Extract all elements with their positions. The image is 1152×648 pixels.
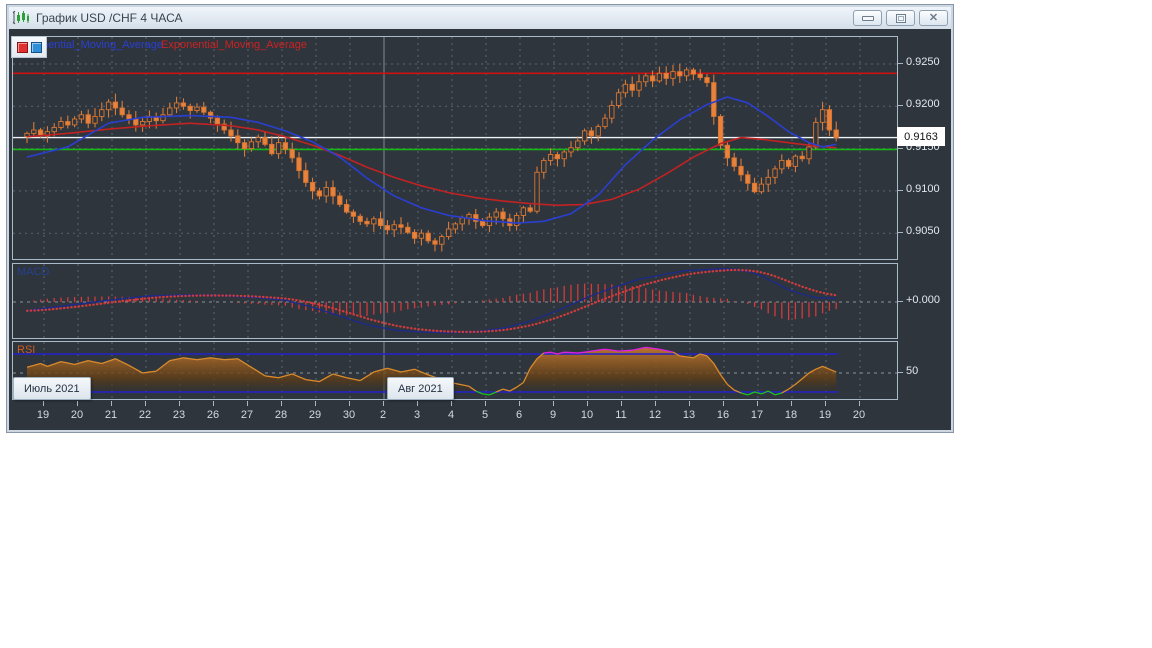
time-tick-label: 13 <box>682 409 696 421</box>
axis-tick <box>897 232 903 233</box>
macd-panel[interactable] <box>12 263 898 339</box>
restore-button[interactable] <box>886 10 915 26</box>
time-tick <box>43 401 44 406</box>
time-tick-label: 22 <box>138 409 152 421</box>
time-tick <box>349 401 350 406</box>
price-tick-label: 0.9050 <box>906 225 940 237</box>
price-tick-label: 0.9100 <box>906 183 940 195</box>
time-tick-label: 19 <box>36 409 50 421</box>
time-tick-label: 20 <box>70 409 84 421</box>
axis-tick <box>897 148 903 149</box>
time-tick-label: 28 <box>274 409 288 421</box>
price-tick-label: 0.9200 <box>906 98 940 110</box>
time-tick <box>519 401 520 406</box>
rsi-mid-label: 50 <box>906 365 919 377</box>
time-tick-label: 26 <box>206 409 220 421</box>
axis-tick <box>897 301 903 302</box>
time-tick <box>621 401 622 406</box>
time-tick-label: 20 <box>852 409 866 421</box>
time-tick-label: 10 <box>580 409 594 421</box>
time-tick-label: 4 <box>447 409 455 421</box>
time-tick-label: 5 <box>481 409 489 421</box>
time-tick <box>587 401 588 406</box>
blue-swatch-icon[interactable] <box>30 41 42 53</box>
close-button[interactable]: ✕ <box>919 10 948 26</box>
time-tick <box>111 401 112 406</box>
time-tick-label: 11 <box>615 409 627 421</box>
axis-tick <box>897 372 903 373</box>
time-tick-label: 9 <box>549 409 557 421</box>
macd-zero-label: +0.000 <box>906 294 940 306</box>
price-chart-panel[interactable] <box>12 36 898 260</box>
window-titlebar[interactable]: График USD /CHF 4 ЧАСА ✕ <box>9 7 951 29</box>
time-tick <box>247 401 248 406</box>
time-tick-label: 30 <box>342 409 356 421</box>
time-tick <box>213 401 214 406</box>
time-tick <box>723 401 724 406</box>
minimize-icon <box>861 15 874 21</box>
time-tick-label: 17 <box>750 409 764 421</box>
time-tick <box>451 401 452 406</box>
time-tick <box>383 401 384 406</box>
rsi-panel[interactable] <box>12 341 898 400</box>
chart-window: График USD /CHF 4 ЧАСА ✕ Exponential_Mov… <box>6 4 954 433</box>
time-tick-label: 2 <box>379 409 387 421</box>
time-tick-label: 21 <box>104 409 118 421</box>
minimize-button[interactable] <box>853 10 882 26</box>
time-tick <box>485 401 486 406</box>
time-tick <box>825 401 826 406</box>
time-tick <box>859 401 860 406</box>
time-tick <box>145 401 146 406</box>
time-tick <box>179 401 180 406</box>
window-title: График USD /CHF 4 ЧАСА <box>36 11 183 25</box>
time-tick <box>757 401 758 406</box>
time-tick-label: 19 <box>818 409 832 421</box>
chart-content: Exponential_Moving_Average Exponential_M… <box>9 29 951 430</box>
indicator-swatch-box[interactable] <box>11 36 47 58</box>
time-tick <box>553 401 554 406</box>
month-button-august[interactable]: Авг 2021 <box>387 377 454 400</box>
time-tick <box>655 401 656 406</box>
time-tick-label: 23 <box>172 409 186 421</box>
time-tick <box>689 401 690 406</box>
rsi-label: RSI <box>17 344 36 356</box>
time-tick <box>417 401 418 406</box>
price-tick-label: 0.9250 <box>906 56 940 68</box>
time-tick-label: 12 <box>648 409 662 421</box>
time-tick <box>315 401 316 406</box>
restore-icon <box>895 13 906 23</box>
candlestick-chart-icon <box>12 10 30 26</box>
axis-tick <box>897 63 903 64</box>
time-tick-label: 27 <box>240 409 254 421</box>
month-button-july[interactable]: Июль 2021 <box>13 377 91 400</box>
time-tick-label: 16 <box>716 409 730 421</box>
time-tick-label: 29 <box>308 409 322 421</box>
time-tick-label: 3 <box>413 409 421 421</box>
close-icon: ✕ <box>928 11 939 24</box>
current-price-box: 0.9163 <box>897 127 945 146</box>
time-tick <box>77 401 78 406</box>
time-tick-label: 6 <box>515 409 523 421</box>
time-tick <box>281 401 282 406</box>
legend-ema-red: Exponential_Moving_Average <box>161 39 307 51</box>
time-tick-label: 18 <box>784 409 798 421</box>
axis-tick <box>897 105 903 106</box>
axis-tick <box>897 190 903 191</box>
red-swatch-icon[interactable] <box>16 41 28 53</box>
macd-label: MACD <box>17 266 50 278</box>
time-tick <box>791 401 792 406</box>
desktop-page: График USD /CHF 4 ЧАСА ✕ Exponential_Mov… <box>0 0 1152 648</box>
